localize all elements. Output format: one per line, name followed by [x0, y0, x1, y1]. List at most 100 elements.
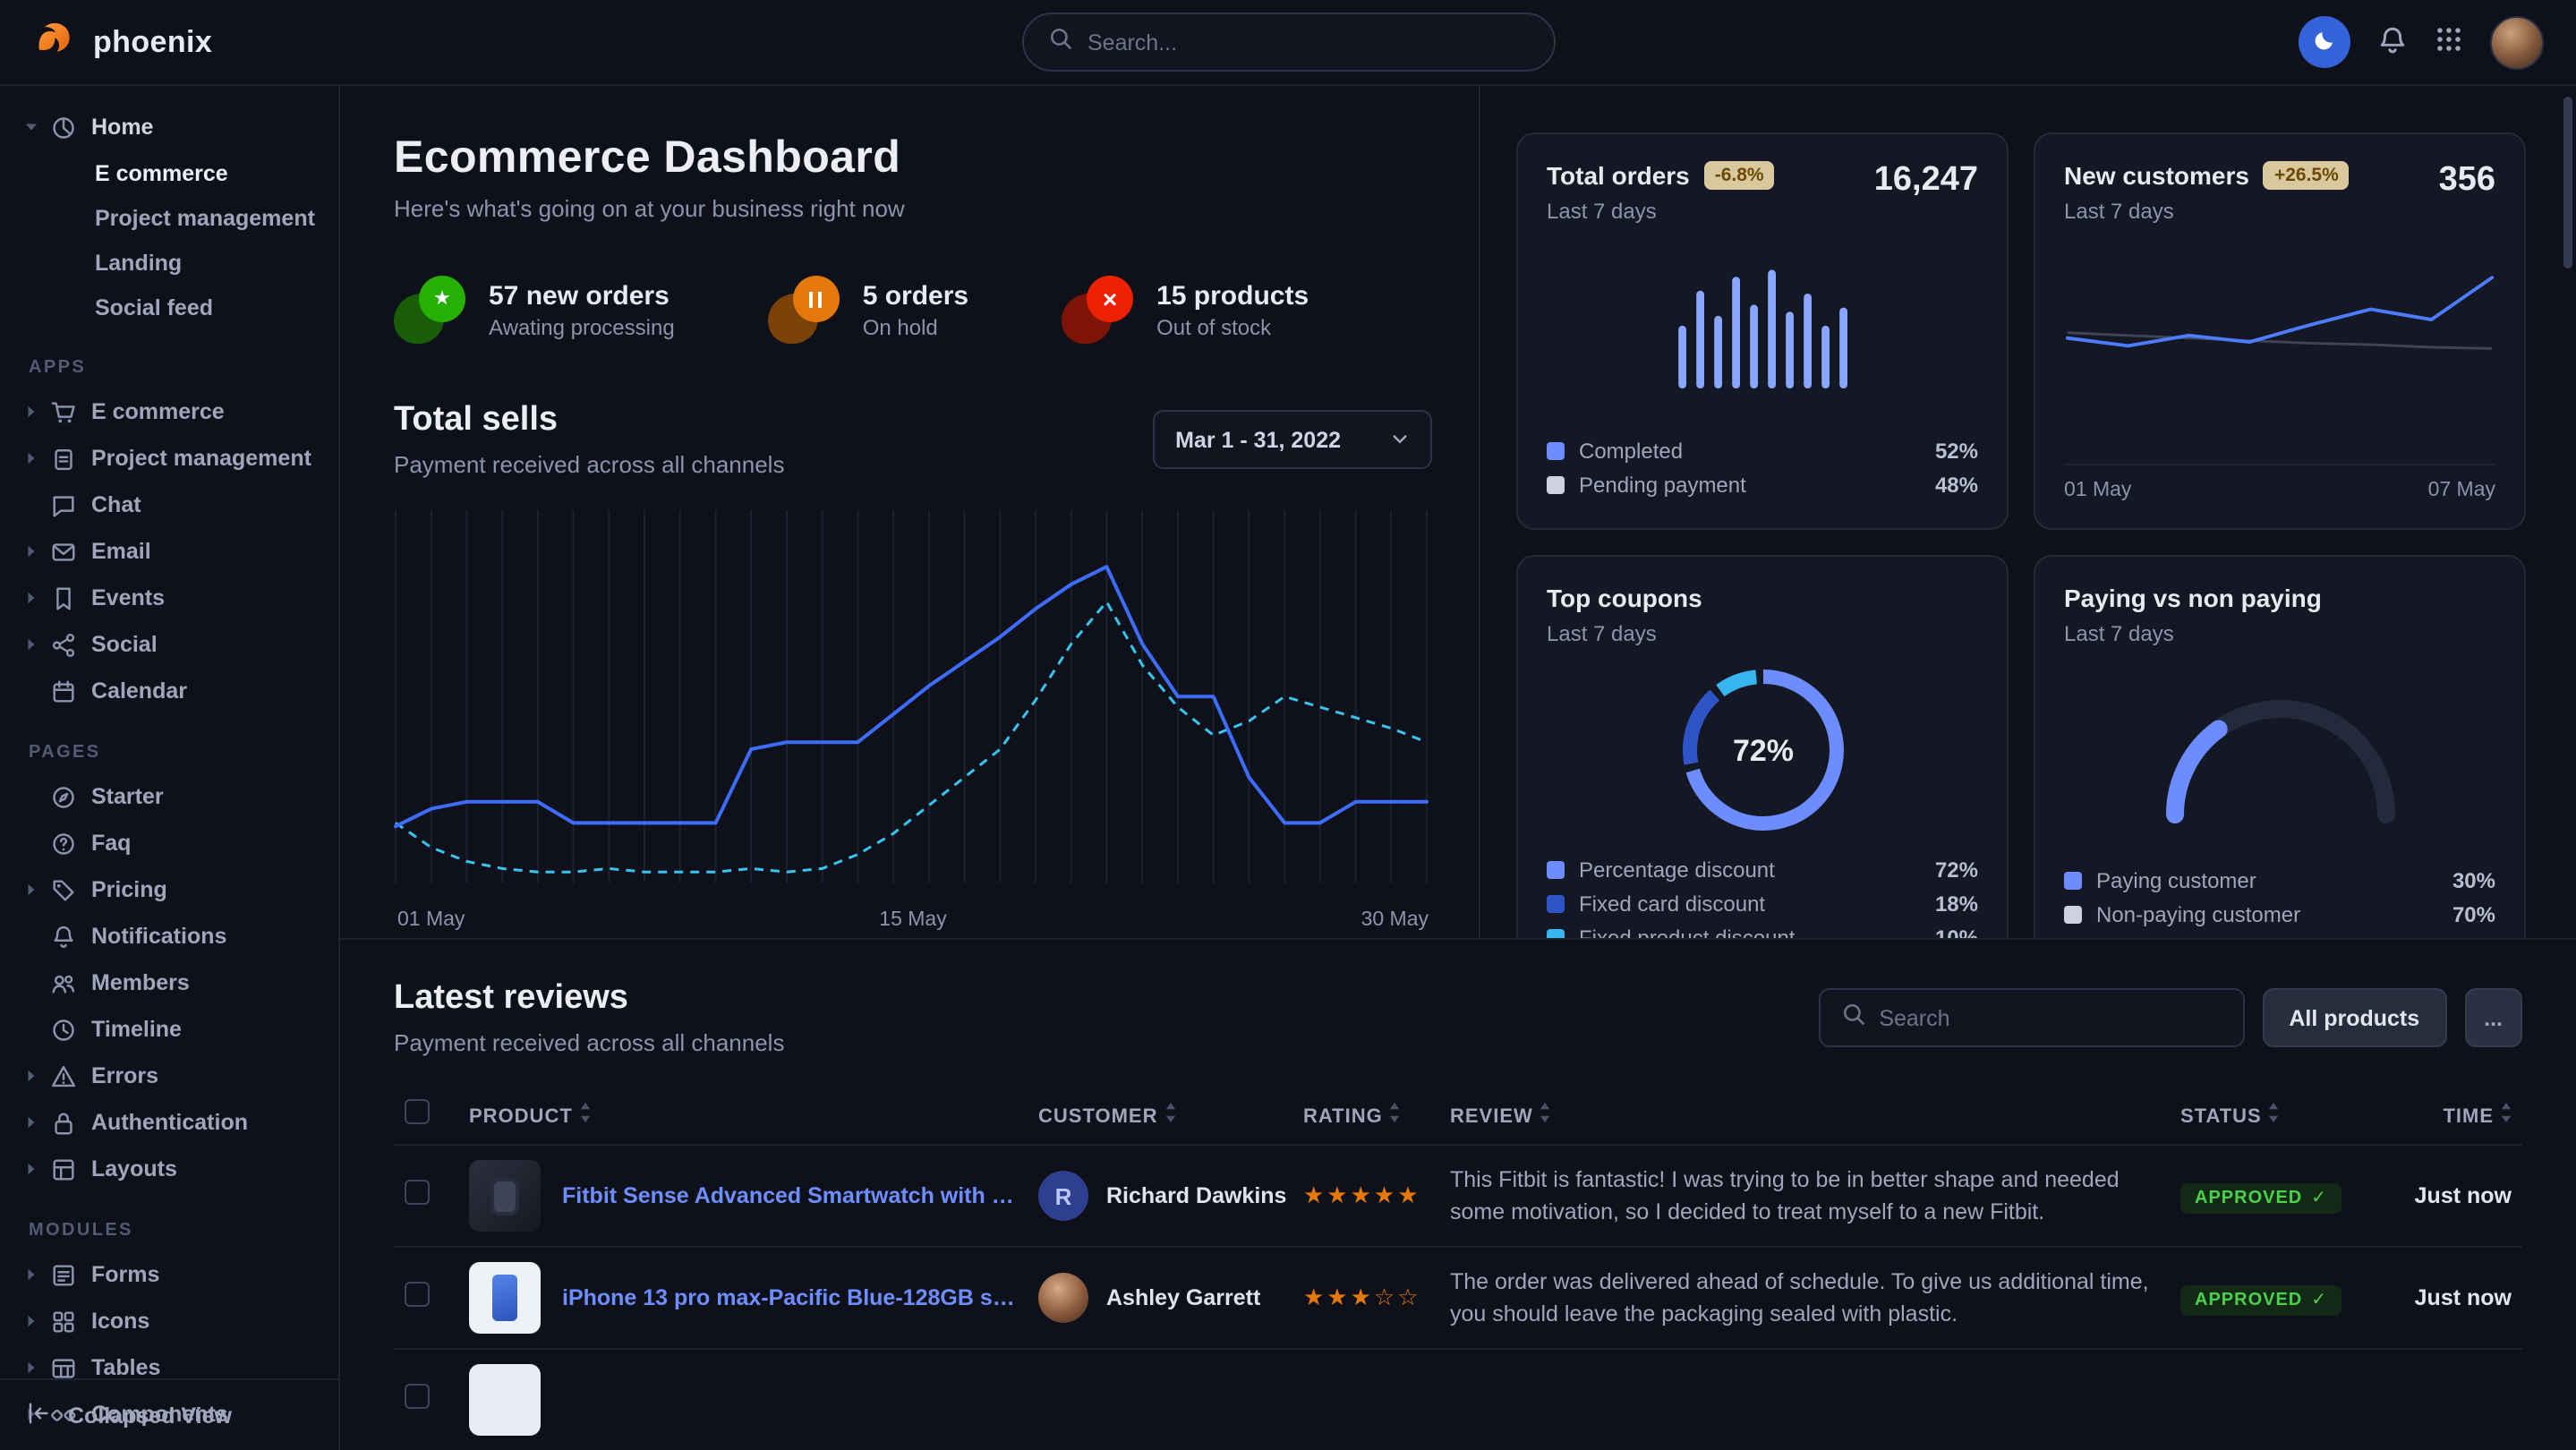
- paying-title: Paying vs non paying: [2064, 584, 2322, 612]
- stats-row: ★57 new ordersAwating processing5 orders…: [394, 276, 1432, 344]
- stat-on-hold: 5 ordersOn hold: [768, 276, 968, 344]
- sort-icon[interactable]: [1390, 1105, 1401, 1127]
- paying-card: Paying vs non paying Last 7 days Paying …: [2034, 555, 2526, 940]
- sidebar-section-label-modules: MODULES: [29, 1221, 324, 1241]
- check-icon: ✓: [2311, 1290, 2327, 1309]
- legend-item-completed: Completed52%: [1547, 439, 1978, 464]
- total-orders-value: 16,247: [1874, 161, 1978, 200]
- sidebar-item-e-commerce[interactable]: E commerce: [14, 388, 324, 435]
- lock-icon: [50, 1109, 91, 1136]
- col-status[interactable]: STATUS: [2170, 1085, 2388, 1145]
- total-orders-period: Last 7 days: [1547, 199, 1775, 224]
- row-checkbox[interactable]: [405, 1179, 430, 1204]
- sidebar-item-layouts[interactable]: Layouts: [14, 1146, 324, 1192]
- page-title: Ecommerce Dashboard: [394, 132, 1432, 184]
- sidebar-item-forms[interactable]: Forms: [14, 1251, 324, 1298]
- reviews-search[interactable]: [1818, 988, 2244, 1047]
- phoenix-logo-icon: [32, 14, 79, 70]
- navbar: phoenix: [0, 0, 2576, 86]
- sidebar-item-social[interactable]: Social: [14, 621, 324, 668]
- sidebar-item-icons[interactable]: Icons: [14, 1298, 324, 1344]
- sort-icon[interactable]: [1540, 1105, 1551, 1127]
- date-range-select[interactable]: Mar 1 - 31, 2022: [1152, 410, 1432, 469]
- sidebar-item-chat[interactable]: Chat: [14, 482, 324, 528]
- row-checkbox[interactable]: [405, 1281, 430, 1306]
- clipboard-icon: [50, 445, 91, 472]
- col-review[interactable]: REVIEW: [1439, 1085, 2170, 1145]
- sidebar-item-events[interactable]: Events: [14, 575, 324, 621]
- navbar-search-input[interactable]: [1088, 30, 1528, 55]
- collapsed-view-toggle[interactable]: Collapsed View: [0, 1378, 338, 1450]
- theme-toggle-button[interactable]: [2299, 16, 2350, 68]
- all-products-button[interactable]: All products: [2262, 988, 2446, 1047]
- sidebar-item-starter[interactable]: Starter: [14, 773, 324, 820]
- reviews-subtitle: Payment received across all channels: [394, 1029, 784, 1056]
- legend-item-fixed-card-discount: Fixed card discount18%: [1547, 891, 1978, 917]
- chevron-down-icon: [1391, 427, 1409, 452]
- col-product[interactable]: PRODUCT: [458, 1085, 1028, 1145]
- x-axis-label: 07 May: [2428, 480, 2495, 501]
- customer-cell[interactable]: RRichard Dawkins: [1038, 1171, 1282, 1221]
- total-sells-chart: [394, 507, 1432, 899]
- reviews-search-input[interactable]: [1879, 1005, 2221, 1030]
- sidebar-item-calendar[interactable]: Calendar: [14, 668, 324, 714]
- sort-icon[interactable]: [2269, 1105, 2280, 1127]
- new-customers-period: Last 7 days: [2064, 199, 2350, 224]
- sort-icon[interactable]: [580, 1105, 591, 1127]
- row-checkbox[interactable]: [405, 1383, 430, 1408]
- search-icon: [1048, 26, 1071, 58]
- check-icon: ✓: [2311, 1188, 2327, 1207]
- top-coupons-card: Top coupons Last 7 days 72% Percentage d…: [1516, 555, 2009, 940]
- customer-avatar: R: [1038, 1171, 1088, 1221]
- col-rating[interactable]: RATING: [1292, 1085, 1439, 1145]
- users-icon: [50, 969, 91, 996]
- new-customers-line-chart: [2064, 249, 2495, 403]
- scrollbar-thumb[interactable]: [2563, 97, 2572, 269]
- caret-icon: [25, 451, 50, 465]
- review-text: The order was delivered ahead of schedul…: [1450, 1266, 2159, 1331]
- chat-icon: [50, 491, 91, 518]
- product-thumbnail: [469, 1262, 541, 1334]
- sidebar-item-home[interactable]: Home: [14, 104, 324, 150]
- collapsed-view-label: Collapsed View: [68, 1403, 232, 1428]
- legend-item-pending-payment: Pending payment48%: [1547, 473, 1978, 498]
- bookmark-icon: [50, 584, 91, 611]
- sidebar-item-timeline[interactable]: Timeline: [14, 1006, 324, 1053]
- sidebar-item-email[interactable]: Email: [14, 528, 324, 575]
- calendar-icon: [50, 678, 91, 704]
- sidebar-item-landing[interactable]: Landing: [14, 240, 324, 285]
- status-badge: APPROVED ✓: [2180, 1284, 2341, 1315]
- sidebar-item-faq[interactable]: Faq: [14, 820, 324, 866]
- sidebar-item-project-management[interactable]: Project management: [14, 435, 324, 482]
- navbar-search[interactable]: [1021, 13, 1555, 72]
- sidebar-item-project-management[interactable]: Project management: [14, 195, 324, 240]
- cart-icon: [50, 398, 91, 425]
- sidebar-item-social-feed[interactable]: Social feed: [14, 285, 324, 329]
- caret-icon: [25, 1360, 50, 1375]
- sidebar-section-label-apps: APPS: [29, 358, 324, 378]
- sidebar-item-notifications[interactable]: Notifications: [14, 913, 324, 960]
- more-actions-button[interactable]: ...: [2464, 988, 2522, 1047]
- sort-icon[interactable]: [1165, 1105, 1176, 1127]
- apps-grid-button[interactable]: [2435, 25, 2463, 59]
- total-orders-bar-chart: [1547, 249, 1978, 388]
- sort-icon[interactable]: [2501, 1105, 2512, 1127]
- product-link[interactable]: iPhone 13 pro max-Pacific Blue-128GB sto…: [562, 1285, 1017, 1310]
- brand[interactable]: phoenix: [32, 14, 212, 70]
- rating-stars: ★★★★★: [1303, 1181, 1421, 1208]
- sidebar-item-pricing[interactable]: Pricing: [14, 866, 324, 913]
- sidebar-item-e-commerce[interactable]: E commerce: [14, 150, 324, 195]
- sidebar-item-members[interactable]: Members: [14, 960, 324, 1006]
- select-all-checkbox[interactable]: [405, 1099, 430, 1124]
- user-avatar[interactable]: [2490, 15, 2544, 69]
- product-link[interactable]: Fitbit Sense Advanced Smartwatch with To…: [562, 1183, 1017, 1208]
- notifications-button[interactable]: [2377, 24, 2408, 60]
- col-time[interactable]: TIME: [2388, 1085, 2522, 1145]
- reviews-toolbar: All products ...: [1818, 988, 2522, 1047]
- customer-cell[interactable]: Ashley Garrett: [1038, 1273, 1282, 1323]
- paying-period: Last 7 days: [2064, 621, 2322, 646]
- col-customer[interactable]: CUSTOMER: [1028, 1085, 1292, 1145]
- sidebar-item-errors[interactable]: Errors: [14, 1053, 324, 1099]
- sidebar-item-authentication[interactable]: Authentication: [14, 1099, 324, 1146]
- date-range-value: Mar 1 - 31, 2022: [1175, 427, 1341, 452]
